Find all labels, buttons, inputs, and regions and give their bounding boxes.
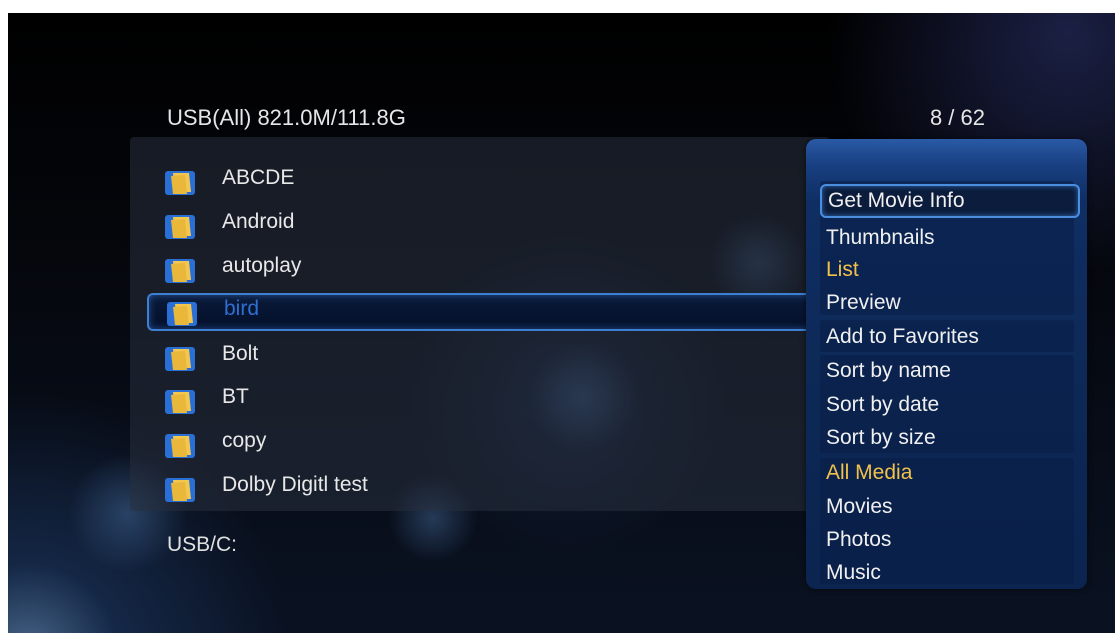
menu-item-music[interactable]: Music [824, 557, 1076, 589]
list-item[interactable]: autoplay [147, 250, 827, 288]
list-item[interactable]: Dolby Digitl test [147, 469, 827, 507]
menu-item-sort-by-date[interactable]: Sort by date [824, 389, 1076, 421]
folder-icon [165, 215, 195, 239]
folder-icon [167, 302, 197, 326]
folder-icon [165, 259, 195, 283]
menu-item-sort-by-name[interactable]: Sort by name [824, 355, 1076, 387]
file-name: Dolby Digitl test [222, 473, 368, 496]
folder-icon [165, 171, 195, 195]
menu-item-movies[interactable]: Movies [824, 491, 1076, 523]
list-item-selected[interactable]: bird [147, 293, 827, 331]
file-name: Android [222, 210, 295, 233]
menu-item-preview[interactable]: Preview [824, 287, 1076, 319]
current-path: USB/C: [167, 533, 238, 556]
menu-item-list[interactable]: List [824, 254, 1076, 286]
menu-item-add-to-favorites[interactable]: Add to Favorites [824, 321, 1076, 353]
options-menu: Get Movie Info Thumbnails List Preview A… [806, 139, 1087, 589]
list-item[interactable]: copy [147, 425, 827, 463]
menu-item-all-media[interactable]: All Media [824, 457, 1076, 489]
menu-item-get-movie-info[interactable]: Get Movie Info [820, 184, 1080, 218]
menu-item-photos[interactable]: Photos [824, 524, 1076, 556]
list-item[interactable]: Android [147, 206, 827, 244]
file-name: autoplay [222, 254, 302, 277]
list-item[interactable]: BT [147, 381, 827, 419]
file-name: bird [224, 297, 260, 320]
menu-item-sort-by-size[interactable]: Sort by size [824, 422, 1076, 454]
list-item[interactable]: ABCDE [147, 162, 827, 200]
file-name: ABCDE [222, 166, 295, 189]
list-item[interactable]: Bolt [147, 338, 827, 376]
folder-icon [165, 478, 195, 502]
file-name: BT [222, 385, 249, 408]
folder-icon [165, 434, 195, 458]
folder-icon [165, 347, 195, 371]
file-name: copy [222, 429, 267, 452]
folder-icon [165, 390, 195, 414]
menu-item-thumbnails[interactable]: Thumbnails [824, 222, 1076, 254]
item-position: 8 / 62 [929, 105, 985, 130]
storage-info: USB(All) 821.0M/111.8G [167, 105, 406, 130]
file-name: Bolt [222, 342, 259, 365]
